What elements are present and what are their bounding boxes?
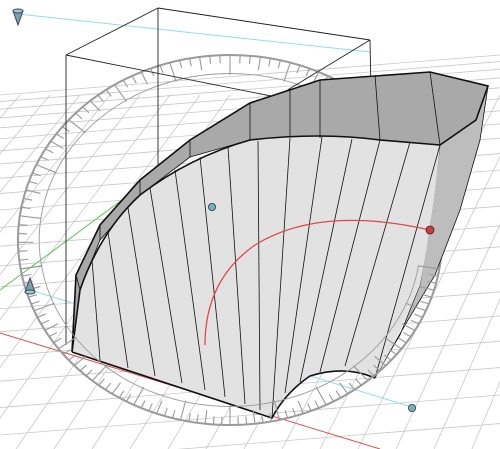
protractor-tick [277,60,281,69]
protractor-tick [296,65,301,74]
protractor-tick [179,400,187,421]
protractor-tick [104,382,112,391]
model-front-face[interactable] [72,136,440,418]
protractor-tick [140,71,149,85]
protractor-tick [89,100,101,112]
bounding-box-edge [157,7,371,41]
grid-line [0,94,81,193]
protractor-tick [18,224,28,226]
protractor-tick [82,106,90,114]
protractor-tick [209,55,212,64]
protractor-tick [292,408,297,417]
protractor-tick [204,410,208,424]
protractor-tick [314,400,320,409]
protractor-tick [75,112,83,120]
protractor-tick [30,300,40,305]
protractor-tick [398,337,407,344]
protractor-tick [23,197,33,201]
protractor-tick [131,75,137,84]
protractor-tick [189,58,192,67]
protractor-tick [307,403,312,412]
protractor-tick [268,58,271,67]
protractor-tick [212,416,215,425]
protractor-tick [28,294,38,298]
protractor-tick [79,364,87,372]
protractor-tick [305,68,310,77]
protractor-tick [199,56,203,71]
protractor-tick [335,390,342,399]
protractor-tick [257,56,261,71]
grid-line [176,423,500,449]
protractor-tick [196,414,199,423]
protractor-tick [284,410,289,419]
protractor-tick [114,84,127,102]
protractor-tick [422,294,432,298]
bounding-box-edge [65,7,159,56]
protractor-tick [297,400,304,414]
protractor-tick [389,349,397,355]
protractor-tick [402,331,412,338]
protractor-tick [50,140,64,149]
3d-viewport[interactable] [0,0,500,449]
scene-canvas[interactable] [0,0,500,449]
protractor-tick [179,60,183,69]
axis-end-handle[interactable] [407,403,416,412]
protractor-tick [33,302,55,312]
protractor-tick [45,148,54,154]
protractor-tick [140,400,146,409]
protractor-tick [97,94,105,102]
protractor-tick [355,378,362,386]
protractor-tick [261,414,264,423]
protractor-tick [118,390,125,399]
grid-line [0,94,21,119]
protractor-tick [169,62,177,82]
protractor-tick [420,300,430,305]
protractor-tick [40,156,49,161]
protractor-tick [48,331,58,338]
protractor-tick [171,410,176,419]
protractor-tick [148,403,153,412]
protractor-tick [122,79,129,88]
protractor-tick [125,394,132,402]
arc-endpoint-handle[interactable] [425,225,435,235]
protractor-tick [248,55,251,64]
protractor-tick [56,133,65,139]
protractor-tick [159,65,164,74]
z-axis-line [17,13,371,53]
protractor-tick [245,416,248,425]
protractor-tick [40,319,50,325]
protractor-tick [339,382,349,395]
protractor-tick [28,180,38,185]
protractor-tick [19,215,42,219]
protractor-tick [98,378,105,386]
bent-solid-model[interactable] [71,71,490,419]
protractor-tick [328,394,335,402]
protractor-tick [68,354,76,361]
protractor-tick [163,408,168,417]
protractor-tick [19,258,29,261]
cone-marker-icon[interactable] [24,276,36,295]
protractor-tick [315,386,327,406]
center-handle[interactable] [207,202,216,211]
protractor-tick [414,313,423,318]
protractor-tick [111,382,121,395]
protractor-tick [85,369,93,377]
protractor-tick [21,273,31,277]
protractor-tick [156,400,163,414]
cone-marker-icon[interactable] [12,8,24,27]
